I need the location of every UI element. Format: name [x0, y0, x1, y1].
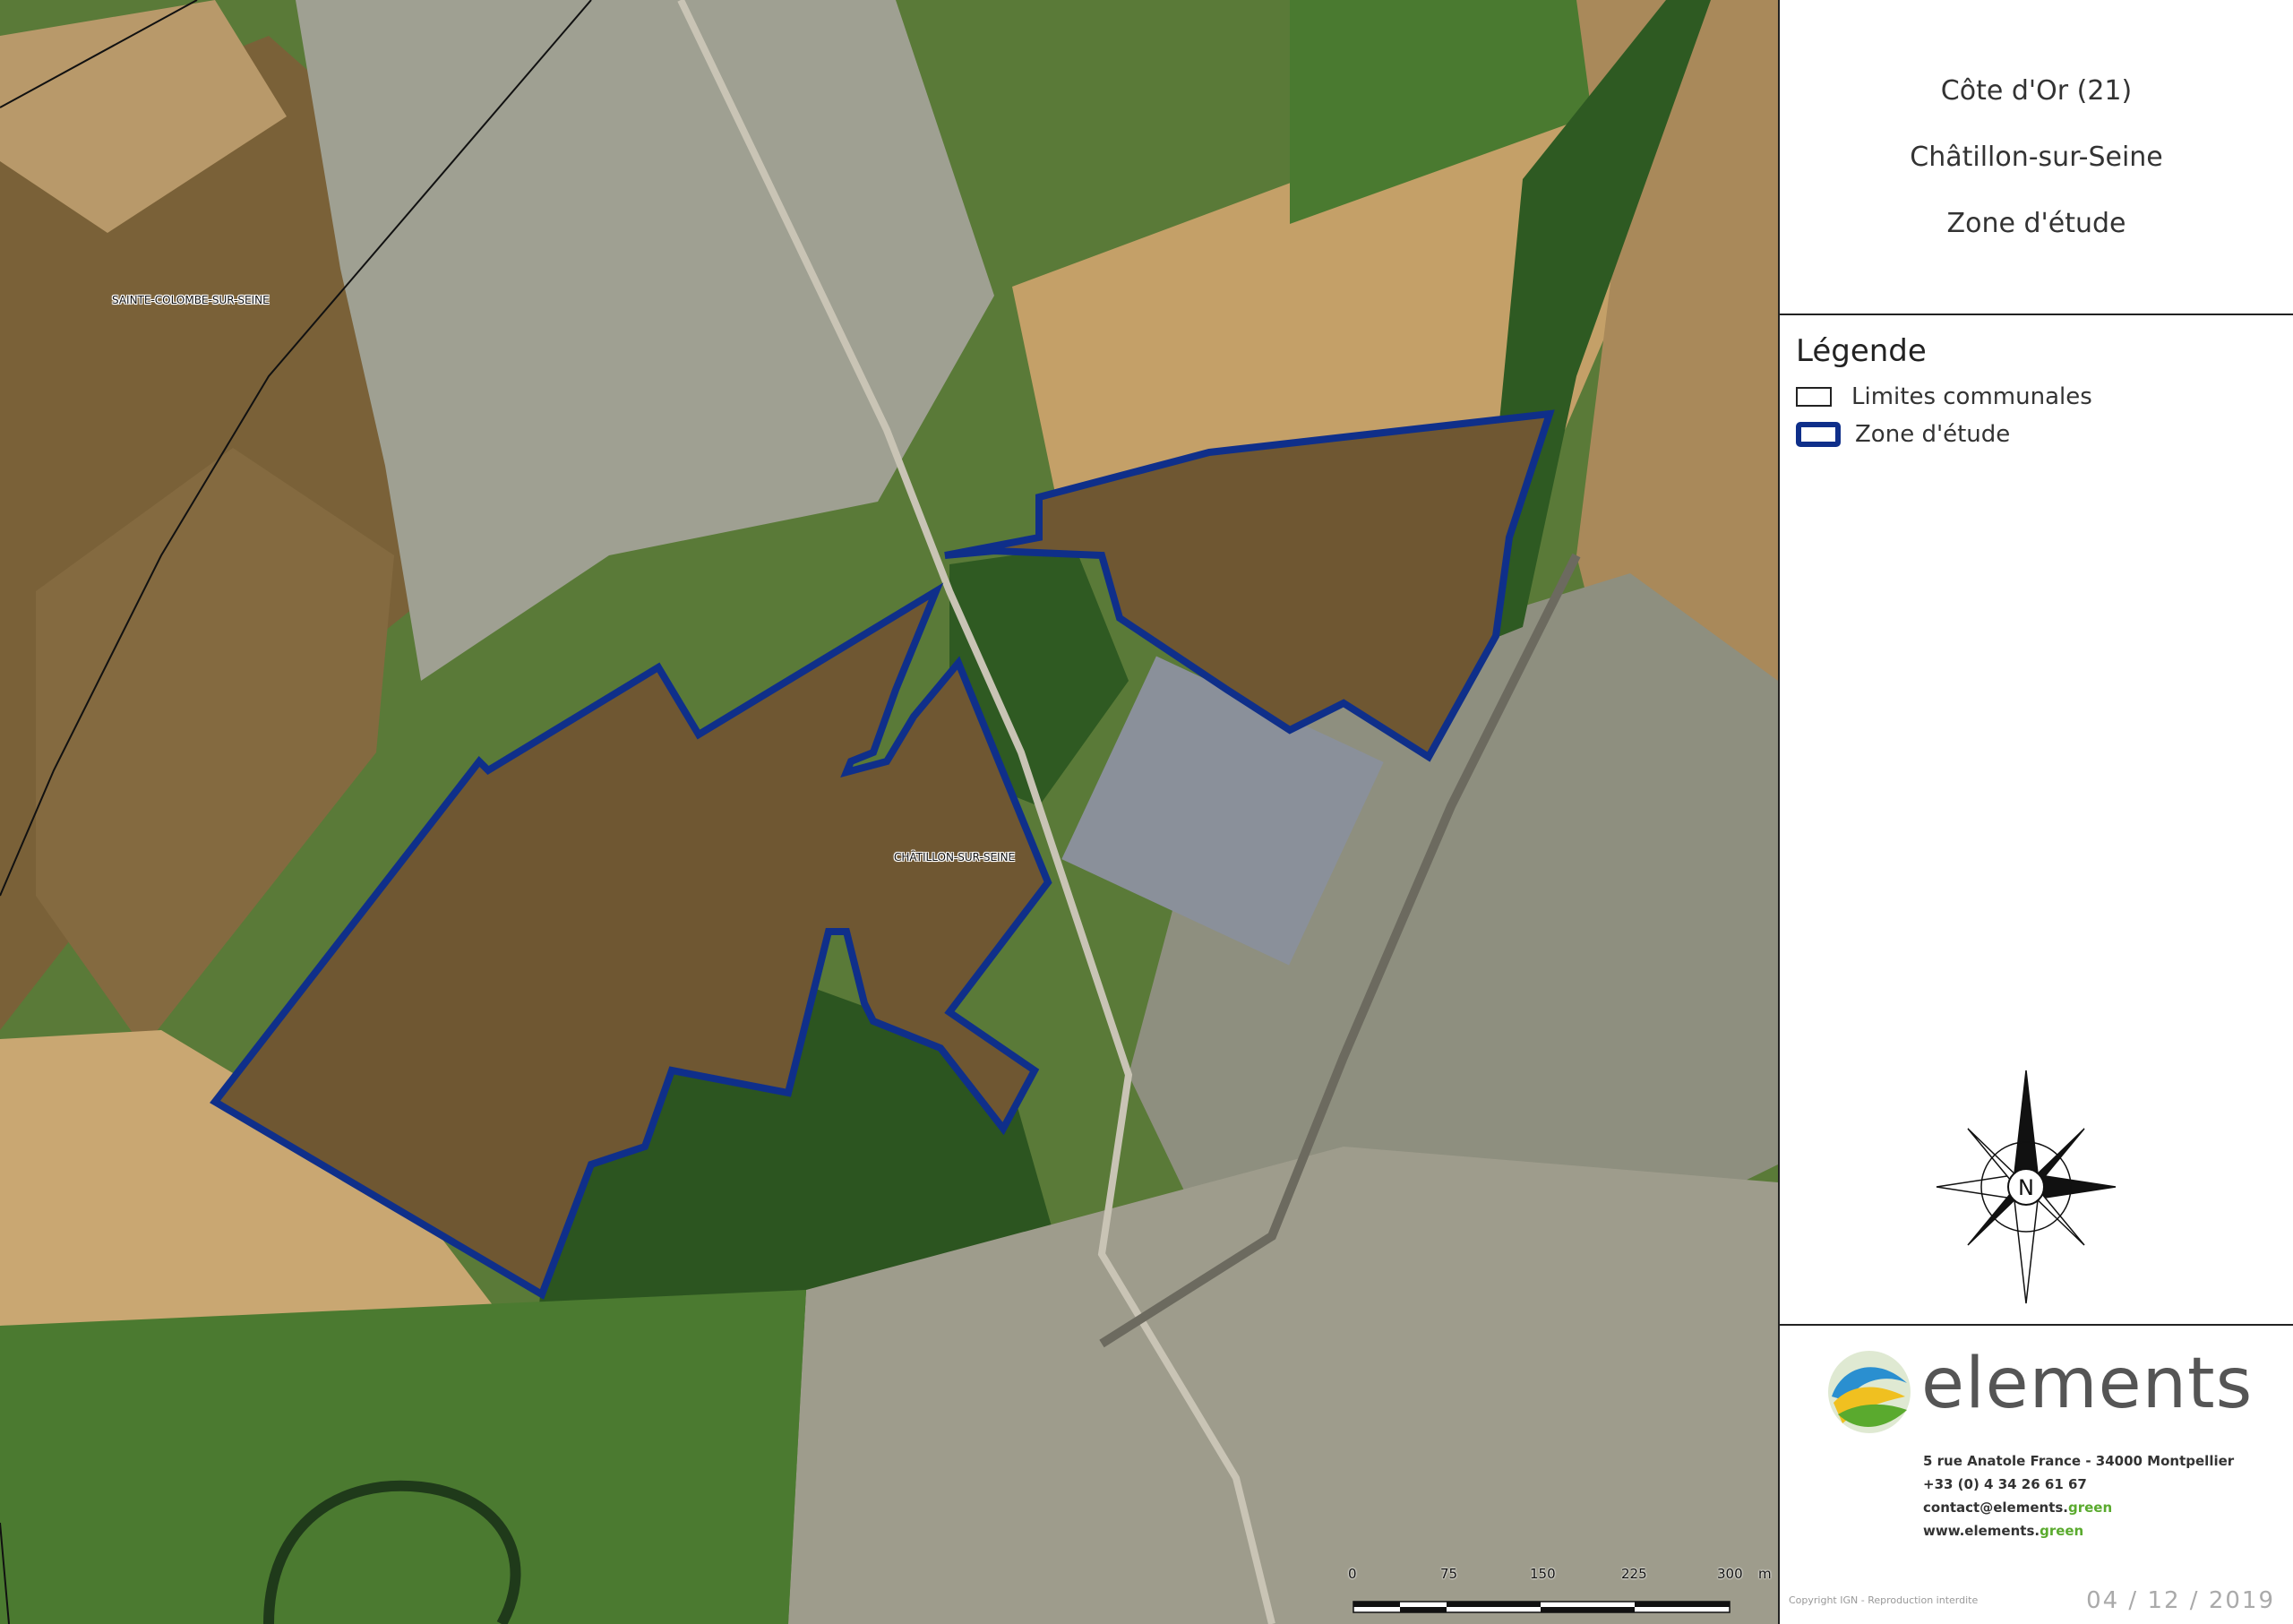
aerial-map — [0, 0, 1778, 1624]
company-website[interactable]: www.elements.green — [1923, 1523, 2083, 1539]
scale-bar: 0 75 150 225 300 m — [1348, 1566, 1778, 1621]
scale-tick-75: 75 — [1440, 1566, 1458, 1582]
commune-label-chatillon: CHÂTILLON-SUR-SEINE — [894, 851, 1016, 864]
email-prefix: contact@elements. — [1923, 1499, 2068, 1516]
company-email[interactable]: contact@elements.green — [1923, 1499, 2112, 1516]
company-address: 5 rue Anatole France - 34000 Montpellier — [1923, 1453, 2235, 1469]
legend-label: Limites communales — [1851, 383, 2092, 410]
web-prefix: www.elements. — [1923, 1523, 2040, 1539]
legend-item-study-zone: Zone d'étude — [1796, 419, 2010, 450]
company-name: elements — [1921, 1344, 2254, 1424]
study-zone-swatch — [1796, 422, 1841, 447]
legend-label: Zone d'étude — [1855, 421, 2011, 448]
company-phone: +33 (0) 4 34 26 61 67 — [1923, 1476, 2087, 1492]
title-commune: Châtillon-sur-Seine — [1910, 142, 2163, 173]
map-view[interactable]: SAINTE-COLOMBE-SUR-SEINE CHÂTILLON-SUR-S… — [0, 0, 1778, 1624]
scale-unit: m — [1758, 1566, 1772, 1582]
scale-tick-300: 300 — [1717, 1566, 1743, 1582]
legend-item-commune-limits: Limites communales — [1796, 382, 2092, 412]
company-block: elements 5 rue Anatole France - 34000 Mo… — [1780, 1324, 2293, 1624]
title-subject: Zone d'étude — [1946, 208, 2126, 239]
title-department: Côte d'Or (21) — [1940, 75, 2133, 107]
elements-logo-icon — [1828, 1351, 1911, 1433]
title-block: Côte d'Or (21) Châtillon-sur-Seine Zone … — [1780, 0, 2293, 315]
scale-tick-0: 0 — [1348, 1566, 1357, 1582]
map-sidebar: Côte d'Or (21) Châtillon-sur-Seine Zone … — [1778, 0, 2293, 1624]
commune-boundary-swatch — [1796, 387, 1832, 407]
green-south — [0, 1290, 806, 1624]
copyright-notice: Copyright IGN - Reproduction interdite — [1789, 1594, 1979, 1606]
scale-tick-150: 150 — [1530, 1566, 1556, 1582]
north-arrow-icon: N — [1936, 1070, 2117, 1304]
scale-tick-225: 225 — [1621, 1566, 1647, 1582]
web-suffix: green — [2040, 1523, 2084, 1539]
email-suffix: green — [2068, 1499, 2113, 1516]
north-letter: N — [2018, 1175, 2034, 1200]
commune-label-sainte-colombe: SAINTE-COLOMBE-SUR-SEINE — [112, 294, 270, 306]
scale-bar-graphic — [1353, 1601, 1730, 1613]
legend-heading: Légende — [1796, 333, 1927, 369]
map-date: 04 / 12 / 2019 — [2086, 1587, 2275, 1614]
